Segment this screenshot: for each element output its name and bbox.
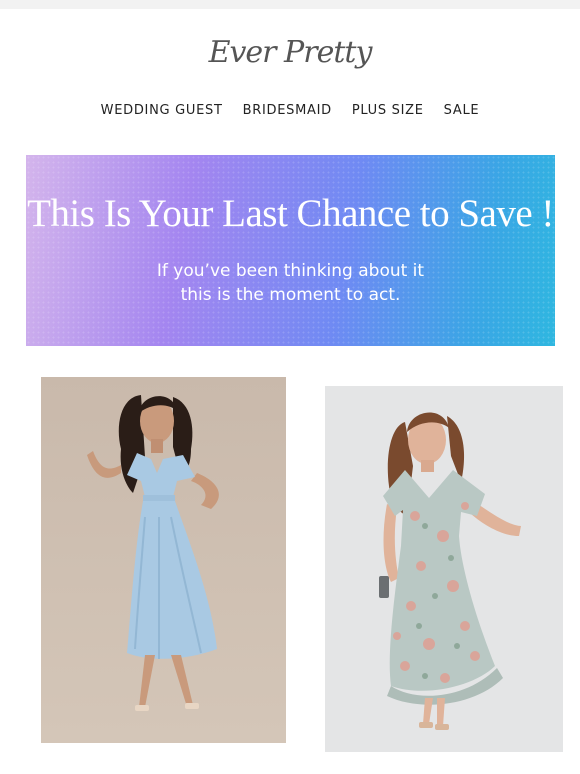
promo-banner[interactable]: This Is Your Last Chance to Save ! If yo…: [26, 155, 555, 346]
brand-logo[interactable]: Ever Pretty: [0, 35, 580, 70]
top-strip: [0, 0, 580, 9]
product-image-blue-dress[interactable]: [41, 377, 286, 743]
email-body: Ever Pretty WEDDING GUEST BRIDESMAID PLU…: [0, 9, 580, 774]
nav-item-bridesmaid[interactable]: BRIDESMAID: [243, 103, 332, 118]
product-image-floral-dress[interactable]: [325, 386, 563, 752]
banner-headline: This Is Your Last Chance to Save !: [27, 192, 554, 235]
nav-item-sale[interactable]: SALE: [444, 103, 480, 118]
banner-subtext: If you’ve been thinking about it this is…: [26, 259, 555, 307]
nav-item-plus-size[interactable]: PLUS SIZE: [352, 103, 424, 118]
floral-dress-illustration: [325, 386, 563, 752]
nav-item-wedding-guest[interactable]: WEDDING GUEST: [101, 103, 223, 118]
banner-subtext-line-1: If you’ve been thinking about it: [156, 261, 425, 281]
blue-dress-illustration: [41, 377, 286, 743]
main-nav: WEDDING GUEST BRIDESMAID PLUS SIZE SALE: [0, 103, 580, 118]
banner-subtext-line-2: this is the moment to act.: [180, 285, 401, 305]
